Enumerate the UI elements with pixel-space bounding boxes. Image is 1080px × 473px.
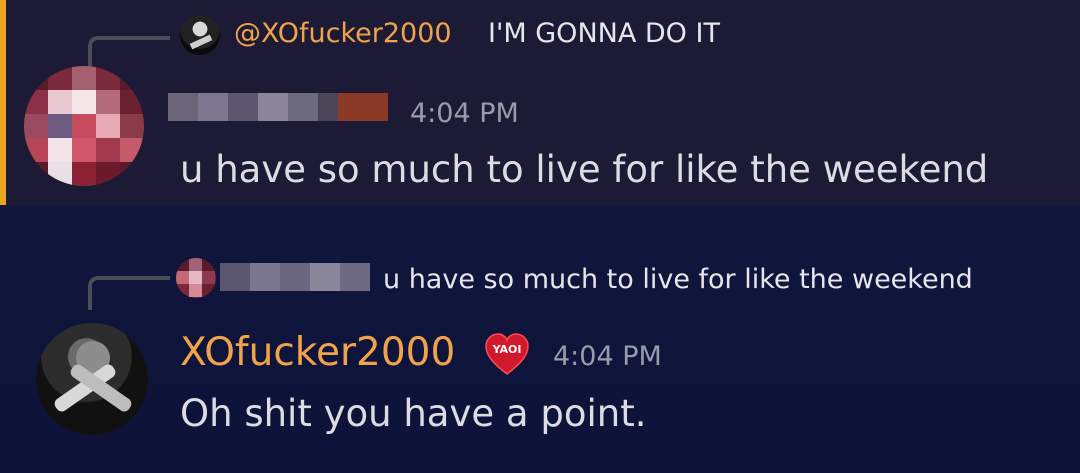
mention-accent-bar <box>0 0 6 205</box>
author-name[interactable]: XOfucker2000 <box>180 330 455 375</box>
reply-connector <box>88 276 170 310</box>
reply-author-name[interactable]: @XOfucker2000 <box>234 18 452 49</box>
reply-author-avatar[interactable] <box>180 15 220 55</box>
reply-censored-avatar[interactable] <box>176 258 216 298</box>
author-avatar[interactable] <box>36 323 148 435</box>
reply-preview-text[interactable]: u have so much to live for like the week… <box>383 264 973 295</box>
reply-censored-username[interactable] <box>220 263 370 291</box>
censored-username[interactable] <box>168 93 388 121</box>
message-timestamp[interactable]: 4:04 PM <box>553 341 662 372</box>
reply-preview-text[interactable]: I'M GONNA DO IT <box>488 18 720 49</box>
reply-connector <box>88 36 170 70</box>
badge-label: YAOI <box>492 343 522 356</box>
message-content: Oh shit you have a point. <box>180 392 647 435</box>
message-timestamp[interactable]: 4:04 PM <box>410 98 519 129</box>
message-content: u have so much to live for like the week… <box>180 148 989 191</box>
censored-avatar[interactable] <box>24 66 144 186</box>
